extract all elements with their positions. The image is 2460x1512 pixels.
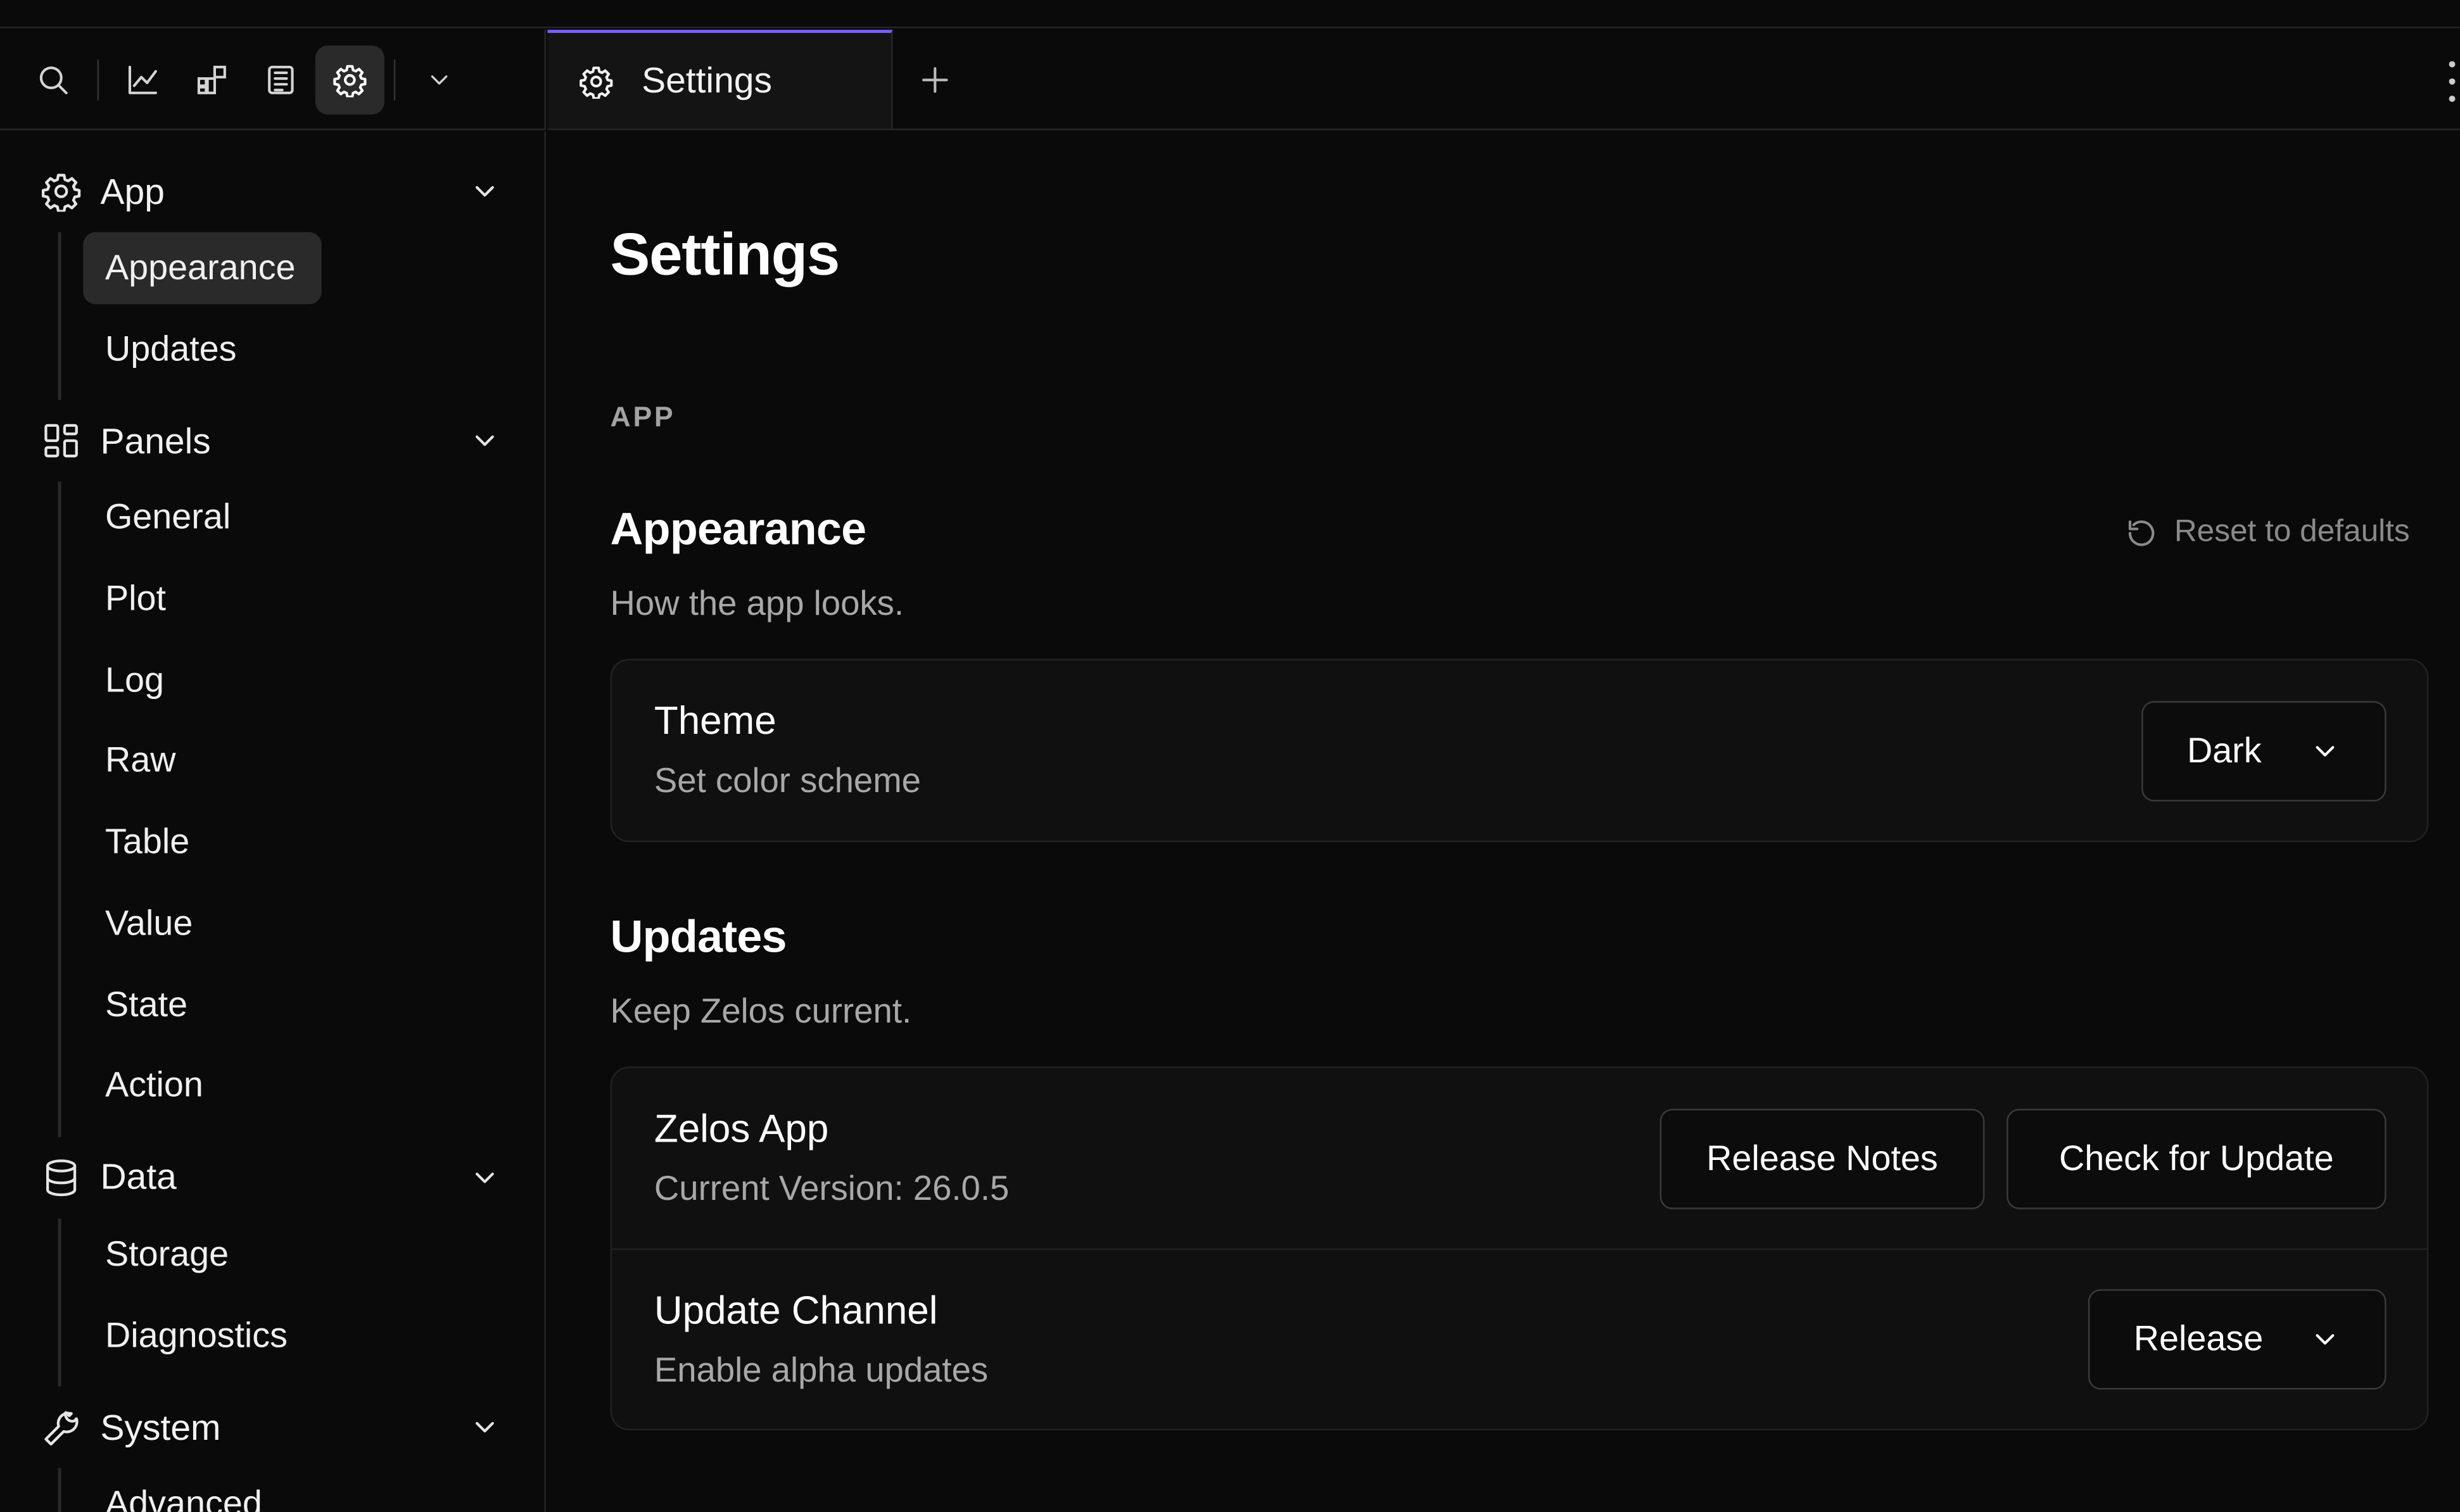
log-icon: [268, 65, 294, 94]
settings-button[interactable]: [315, 44, 384, 114]
sidebar-group-system[interactable]: System: [0, 1387, 545, 1468]
plus-icon: [922, 66, 948, 92]
sidebar-subitems-app: Appearance Updates: [58, 232, 545, 401]
appearance-heading: Appearance: [610, 505, 867, 555]
sidebar-group-label: Data: [100, 1156, 177, 1197]
channel-subtitle: Enable alpha updates: [654, 1349, 989, 1389]
theme-title: Theme: [654, 699, 777, 744]
sidebar-item-raw[interactable]: Raw: [83, 725, 322, 797]
gear-icon: [42, 173, 81, 212]
theme-select[interactable]: Dark: [2141, 700, 2387, 801]
sidebar-group-panels[interactable]: Panels: [0, 401, 545, 482]
settings-content: Settings APP Appearance How the app look…: [547, 132, 2459, 1512]
update-channel-row: Update Channel Enable alpha updates Rele…: [612, 1248, 2427, 1429]
toolbar-divider: [97, 58, 99, 100]
sidebar-group-data[interactable]: Data: [0, 1137, 545, 1219]
sidebar-group-label: App: [100, 170, 165, 211]
sidebar-item-value[interactable]: Value: [83, 888, 322, 960]
sidebar-group-label: Panels: [100, 420, 211, 461]
reset-label: Reset to defaults: [2174, 514, 2410, 549]
theme-row: Theme Set color scheme Dark: [612, 660, 2427, 841]
check-for-update-button[interactable]: Check for Update: [2007, 1108, 2387, 1209]
sidebar-item-plot[interactable]: Plot: [83, 563, 322, 635]
updates-card: Zelos App Current Version: 26.0.5 Releas…: [610, 1066, 2429, 1431]
reset-icon: [2128, 519, 2155, 546]
sidebar-item-diagnostics[interactable]: Diagnostics: [83, 1299, 322, 1371]
more-options-icon[interactable]: [2444, 61, 2460, 103]
chevron-down-icon[interactable]: [469, 1412, 501, 1444]
chevron-down-icon: [2316, 1334, 2335, 1345]
tab-bar: Settings: [547, 30, 2460, 130]
tab-settings[interactable]: Settings: [547, 30, 893, 129]
sidebar-item-log[interactable]: Log: [83, 644, 322, 716]
theme-subtitle: Set color scheme: [654, 760, 921, 800]
sidebar-subitems-panels: General Plot Log Raw Table Value State A…: [58, 482, 545, 1137]
chevron-down-icon: [2316, 745, 2335, 756]
chevron-down-icon[interactable]: [469, 175, 501, 207]
release-notes-button[interactable]: Release Notes: [1659, 1108, 1985, 1209]
sidebar-item-storage[interactable]: Storage: [83, 1218, 322, 1290]
appearance-description: How the app looks.: [610, 583, 904, 623]
sidebar-subitems-data: Storage Diagnostics: [58, 1218, 545, 1387]
zelos-app-row: Zelos App Current Version: 26.0.5 Releas…: [612, 1068, 2427, 1249]
search-icon: [39, 65, 68, 94]
section-label-app: APP: [610, 401, 676, 433]
panels-icon: [197, 65, 226, 94]
toolbar-divider: [393, 58, 396, 100]
panel-toolbar: [0, 30, 546, 130]
more-panels-button[interactable]: [405, 45, 474, 114]
gear-icon: [333, 64, 367, 97]
reset-to-defaults-button[interactable]: Reset to defaults: [2124, 514, 2410, 550]
app-title: Zelos App: [654, 1107, 829, 1152]
sidebar-group-label: System: [100, 1406, 221, 1447]
app-version: Current Version: 26.0.5: [654, 1168, 1010, 1208]
database-icon: [46, 1159, 77, 1196]
search-button[interactable]: [19, 45, 88, 114]
sidebar-item-table[interactable]: Table: [83, 806, 322, 878]
gear-icon: [580, 65, 613, 98]
sidebar-item-updates[interactable]: Updates: [83, 313, 322, 386]
window-top-strip: [0, 0, 2460, 28]
sidebar-group-app[interactable]: App: [0, 151, 545, 232]
chevron-down-icon[interactable]: [469, 425, 501, 457]
updates-description: Keep Zelos current.: [610, 991, 912, 1031]
chevron-down-icon[interactable]: [469, 1162, 501, 1194]
log-panel-button[interactable]: [246, 45, 315, 114]
theme-select-value: Dark: [2186, 730, 2262, 769]
settings-sidebar: App Appearance Updates Panels General Pl…: [0, 132, 546, 1512]
update-channel-select[interactable]: Release: [2088, 1289, 2387, 1390]
chevron-down-icon: [431, 74, 448, 84]
panels-icon: [44, 424, 78, 458]
page-title: Settings: [610, 222, 840, 289]
new-tab-button[interactable]: [892, 30, 977, 129]
appearance-card: Theme Set color scheme Dark: [610, 658, 2429, 843]
sidebar-item-action[interactable]: Action: [83, 1050, 322, 1122]
sidebar-subitems-system: Advanced: [58, 1468, 545, 1512]
plot-panel-button[interactable]: [108, 45, 177, 114]
wrench-icon: [44, 1411, 79, 1446]
channel-select-value: Release: [2133, 1319, 2264, 1359]
panels-button[interactable]: [177, 45, 246, 114]
chart-icon: [128, 65, 157, 94]
sidebar-item-appearance[interactable]: Appearance: [83, 232, 322, 305]
sidebar-item-advanced[interactable]: Advanced: [83, 1468, 322, 1512]
tab-label: Settings: [642, 60, 772, 101]
updates-heading: Updates: [610, 912, 787, 963]
channel-title: Update Channel: [654, 1288, 938, 1333]
sidebar-item-general[interactable]: General: [83, 482, 322, 554]
sidebar-item-state[interactable]: State: [83, 969, 322, 1041]
